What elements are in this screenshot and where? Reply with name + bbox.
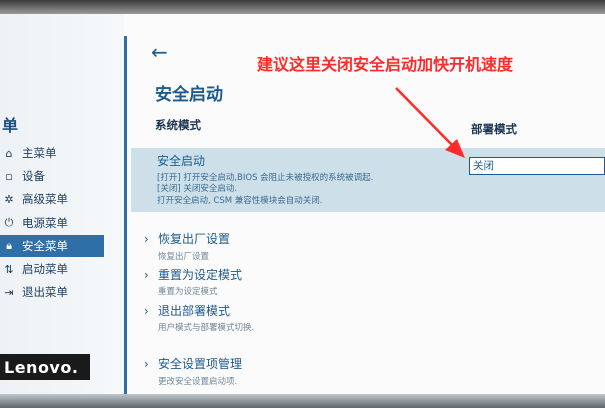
restore-factory-option[interactable]: › 恢复出厂设置 bbox=[144, 230, 230, 247]
sidebar-item-power[interactable]: ⏻ 电源菜单 bbox=[0, 212, 104, 234]
sidebar-item-label: 安全菜单 bbox=[22, 239, 68, 253]
device-icon: ▫ bbox=[5, 169, 13, 183]
exit-deploy-mode-desc: 用户模式与部署模式切换. bbox=[158, 323, 255, 333]
secure-boot-title: 安全启动 bbox=[157, 154, 206, 168]
annotation-text: 建议这里关闭安全启动加快开机速度 bbox=[257, 55, 514, 74]
system-mode-label: 系统模式 bbox=[155, 118, 201, 132]
security-items-option[interactable]: › 安全设置项管理 bbox=[144, 355, 242, 372]
page-title: 安全启动 bbox=[155, 85, 223, 105]
sidebar-item-label: 高级菜单 bbox=[22, 192, 68, 206]
sidebar-item-exit[interactable]: ⇥ 退出菜单 bbox=[0, 281, 104, 303]
sidebar-title: 单 bbox=[2, 116, 19, 135]
sidebar-item-label: 退出菜单 bbox=[22, 285, 68, 299]
advanced-icon: ✲ bbox=[4, 192, 14, 206]
reset-setup-mode-desc: 重置为设定模式 bbox=[158, 287, 218, 297]
sidebar-item-label: 启动菜单 bbox=[22, 262, 68, 276]
secure-boot-desc-3: 打开安全启动, CSM 兼容性模块会自动关闭. bbox=[157, 196, 323, 206]
chevron-right-icon: › bbox=[144, 268, 149, 282]
home-icon: ⌂ bbox=[5, 146, 13, 160]
sidebar-item-main[interactable]: ⌂ 主菜单 bbox=[0, 142, 104, 164]
sidebar-item-label: 设备 bbox=[22, 169, 45, 183]
boot-icon: ⇅ bbox=[4, 262, 14, 276]
reset-setup-mode-option[interactable]: › 重置为设定模式 bbox=[144, 266, 242, 283]
security-items-desc: 更改安全设置启动项. bbox=[158, 377, 238, 387]
deploy-mode-label: 部署模式 bbox=[471, 122, 517, 136]
sidebar-divider bbox=[124, 36, 127, 394]
sidebar-item-label: 主菜单 bbox=[22, 146, 57, 160]
secure-boot-desc-2: [关闭] 关闭安全启动. bbox=[157, 184, 238, 194]
sidebar-item-advanced[interactable]: ✲ 高级菜单 bbox=[0, 188, 104, 210]
secure-boot-select[interactable]: 关闭 bbox=[469, 157, 605, 175]
sidebar-item-label: 电源菜单 bbox=[22, 216, 68, 230]
screen-bezel-top bbox=[0, 0, 605, 14]
chevron-right-icon: › bbox=[144, 232, 149, 246]
sidebar-item-boot[interactable]: ⇅ 启动菜单 bbox=[0, 258, 104, 280]
lenovo-logo: Lenovo. bbox=[0, 354, 90, 380]
restore-factory-desc: 恢复出厂设置 bbox=[158, 252, 210, 262]
lock-icon: 🔒︎ bbox=[6, 239, 12, 252]
sidebar-item-devices[interactable]: ▫ 设备 bbox=[0, 165, 104, 187]
chevron-right-icon: › bbox=[144, 304, 149, 318]
exit-deploy-mode-option[interactable]: › 退出部署模式 bbox=[144, 302, 230, 319]
screen-bezel-bottom bbox=[0, 394, 605, 408]
exit-icon: ⇥ bbox=[4, 285, 14, 299]
chevron-right-icon: › bbox=[144, 357, 149, 371]
sidebar-item-security[interactable]: 🔒︎ 安全菜单 bbox=[0, 235, 104, 257]
arrow-left-icon[interactable]: ← bbox=[151, 40, 168, 64]
power-icon: ⏻ bbox=[4, 216, 14, 229]
